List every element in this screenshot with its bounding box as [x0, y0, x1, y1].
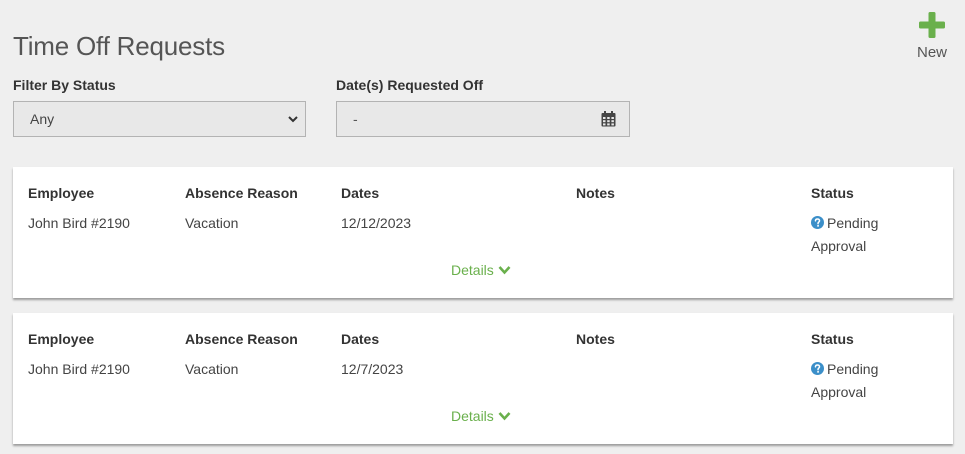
chevron-down-icon	[498, 412, 511, 421]
status-value: Pending Approval	[811, 212, 921, 258]
new-button-label: New	[916, 44, 947, 61]
details-toggle[interactable]: Details	[451, 262, 511, 278]
absence-reason-value: Vacation	[185, 215, 239, 231]
absence-reason-column: Absence Reason Vacation	[185, 331, 298, 381]
employee-column: Employee John Bird #2190	[28, 331, 130, 381]
notes-header: Notes	[576, 185, 615, 201]
dates-column: Dates 12/7/2023	[341, 331, 403, 381]
status-select[interactable]: Any	[13, 101, 306, 137]
absence-reason-header: Absence Reason	[185, 185, 298, 201]
calendar-icon[interactable]	[601, 111, 616, 127]
plus-icon	[919, 12, 945, 38]
notes-column: Notes	[576, 185, 615, 212]
absence-reason-value: Vacation	[185, 361, 239, 377]
notes-column: Notes	[576, 331, 615, 358]
dates-requested-input[interactable]: -	[336, 101, 630, 137]
request-card: Employee John Bird #2190 Absence Reason …	[13, 313, 953, 444]
new-request-button[interactable]: New	[908, 10, 956, 66]
details-toggle[interactable]: Details	[451, 408, 511, 424]
dates-value: 12/12/2023	[341, 215, 412, 231]
dates-header: Dates	[341, 331, 380, 347]
status-column: Status Pending Approval	[811, 331, 921, 404]
dates-header: Dates	[341, 185, 380, 201]
absence-reason-column: Absence Reason Vacation	[185, 185, 298, 235]
employee-header: Employee	[28, 185, 95, 201]
details-label: Details	[451, 408, 494, 424]
dates-column: Dates 12/12/2023	[341, 185, 411, 235]
filter-status-label: Filter By Status	[13, 77, 116, 93]
absence-reason-header: Absence Reason	[185, 331, 298, 347]
status-select-value: Any	[30, 111, 55, 127]
status-value: Pending Approval	[811, 358, 921, 404]
time-off-requests-page: Time Off Requests New Filter By Status D…	[0, 0, 965, 454]
employee-header: Employee	[28, 331, 95, 347]
status-header: Status	[811, 331, 854, 347]
employee-value: John Bird #2190	[28, 361, 130, 377]
details-label: Details	[451, 262, 494, 278]
chevron-down-icon	[288, 116, 298, 123]
request-card: Employee John Bird #2190 Absence Reason …	[13, 167, 953, 298]
status-column: Status Pending Approval	[811, 185, 921, 258]
question-circle-icon	[811, 216, 824, 229]
dates-requested-value: -	[353, 111, 358, 127]
dates-value: 12/7/2023	[341, 361, 404, 377]
filter-dates-label: Date(s) Requested Off	[336, 77, 484, 93]
employee-value: John Bird #2190	[28, 215, 130, 231]
question-circle-icon	[811, 362, 824, 375]
chevron-down-icon	[498, 266, 511, 275]
employee-column: Employee John Bird #2190	[28, 185, 130, 235]
notes-header: Notes	[576, 331, 615, 347]
status-header: Status	[811, 185, 854, 201]
page-title: Time Off Requests	[13, 31, 225, 61]
